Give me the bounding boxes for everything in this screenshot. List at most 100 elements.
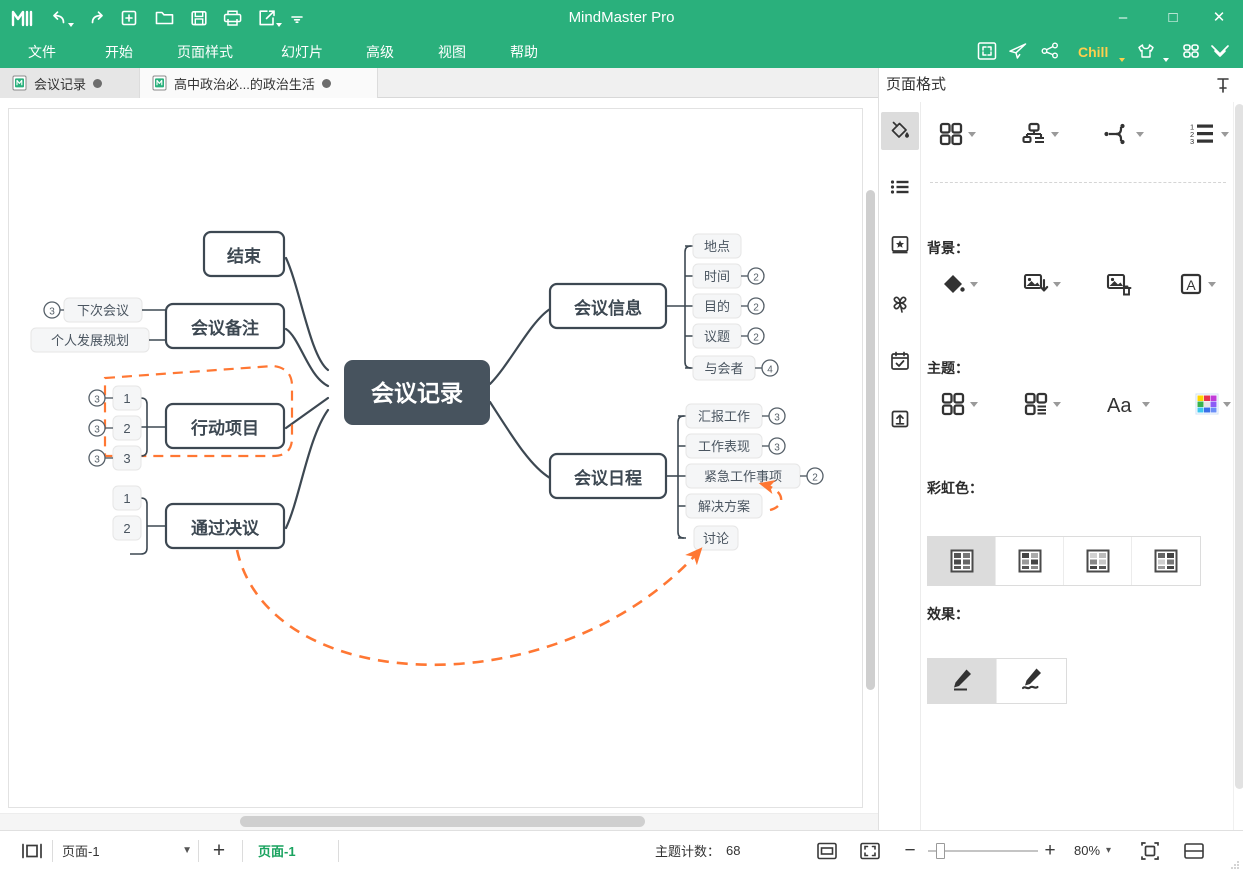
org-chart-icon[interactable] — [1020, 120, 1059, 148]
panel-content: 123 背景： A 主题： Aa 彩虹色： 效果： — [921, 102, 1233, 830]
chevron-down-icon[interactable] — [970, 401, 978, 407]
central-node[interactable]: 会议记录 — [344, 360, 490, 425]
theme-color-icon[interactable] — [1194, 390, 1231, 418]
zoom-in-button[interactable]: + — [1040, 831, 1060, 870]
panel-vscroll-thumb[interactable] — [1235, 104, 1243, 789]
node-jieshu[interactable]: 结束 — [202, 230, 286, 278]
canvas-vertical-scrollbar[interactable] — [865, 98, 876, 813]
sidebar-page-format[interactable] — [881, 112, 919, 150]
tab-politics-doc[interactable]: 高中政治必...的政治生活 — [140, 68, 378, 98]
topic-count-label: 主题计数： — [655, 844, 721, 859]
chevron-down-icon[interactable] — [1223, 401, 1231, 407]
chevron-down-icon[interactable] — [1053, 281, 1061, 287]
chevron-double-down-icon[interactable] — [1208, 40, 1234, 64]
sticker-book-icon — [888, 233, 912, 262]
minimize-button[interactable]: – — [1100, 0, 1146, 36]
chevron-down-icon[interactable] — [1136, 131, 1144, 137]
mindmap-canvas[interactable]: 会议记录 结束 会议备注 下次会议 3 个人发展规划 行动项目 1 3 2 3 … — [0, 98, 878, 830]
relationship-arrow-tongguojueyi-to-taolun[interactable] — [235, 547, 703, 667]
zoom-level[interactable]: 80% ▾ — [1074, 831, 1111, 870]
split-view-icon[interactable] — [1182, 831, 1206, 870]
chevron-down-icon[interactable] — [1208, 281, 1216, 287]
fill-color-icon[interactable] — [939, 270, 978, 298]
node-huiyixinxi-group[interactable]: 会议信息 地点 时间 2 目的 2 议题 2 与会者 4 — [548, 233, 779, 381]
upload-box-icon — [888, 407, 912, 436]
chevron-down-icon[interactable] — [1142, 401, 1150, 407]
maximize-button[interactable]: □ — [1150, 0, 1196, 36]
canvas-hscroll-thumb[interactable] — [240, 816, 645, 827]
menu-page-style[interactable]: 页面样式 — [168, 36, 242, 68]
menu-file[interactable]: 文件 — [20, 36, 64, 68]
zoom-slider-thumb[interactable] — [936, 843, 945, 859]
tab-modified-dot[interactable] — [93, 78, 103, 88]
menu-slideshow[interactable]: 幻灯片 — [272, 36, 332, 68]
menu-advanced[interactable]: 高级 — [358, 36, 402, 68]
node-huiyirichang-group[interactable]: 会议日程 汇报工作 3 工作表现 3 紧急工作事项 2 解决方案 讨论 — [548, 403, 824, 551]
active-page-tab[interactable]: 页面-1 — [258, 831, 296, 870]
zoom-out-button[interactable]: − — [900, 831, 920, 870]
sidebar-icons[interactable] — [881, 286, 919, 324]
topic-count: 主题计数： 68 — [655, 831, 740, 870]
node-tongguojueyi-group[interactable]: 通过决议 1 2 — [112, 485, 286, 555]
theme-layout-icon[interactable] — [1022, 390, 1061, 418]
resize-grip[interactable] — [1230, 857, 1240, 869]
layout-structure-icon[interactable] — [937, 120, 976, 148]
mindmap-file-icon — [152, 75, 167, 91]
rainbow-style-3[interactable] — [1064, 537, 1132, 585]
node-huiyibeizhu-group[interactable]: 会议备注 下次会议 3 个人发展规划 — [30, 297, 286, 353]
sidebar-outline[interactable] — [881, 170, 919, 208]
sidebar-export[interactable] — [881, 402, 919, 440]
theme-gallery-icon[interactable] — [939, 390, 978, 418]
menu-help[interactable]: 帮助 — [502, 36, 546, 68]
center-view-icon[interactable] — [1138, 831, 1162, 870]
node-badge: 3 — [94, 395, 100, 406]
effect-pencil-straight[interactable] — [928, 659, 997, 703]
theme-font-icon[interactable]: Aa — [1105, 390, 1150, 418]
grid-apps-icon[interactable] — [1180, 40, 1206, 64]
panel-vertical-scrollbar[interactable] — [1233, 102, 1243, 830]
fullscreen-icon[interactable] — [858, 831, 882, 870]
rainbow-style-4[interactable] — [1132, 537, 1200, 585]
tab-meeting-notes[interactable]: 会议记录 — [0, 68, 140, 98]
pin-icon[interactable] — [1215, 76, 1231, 99]
canvas-vscroll-thumb[interactable] — [866, 190, 875, 690]
account-caret-icon[interactable] — [1119, 57, 1125, 62]
send-plane-icon[interactable] — [1007, 40, 1033, 64]
watermark-icon[interactable]: A — [1177, 270, 1216, 298]
chevron-down-icon[interactable] — [1051, 131, 1059, 137]
present-fullscreen-icon[interactable] — [976, 40, 1002, 64]
branch-style-icon[interactable] — [1103, 120, 1144, 148]
effect-pencil-wavy[interactable] — [997, 659, 1066, 703]
fit-page-icon[interactable] — [815, 831, 839, 870]
page-view-icon[interactable] — [20, 831, 44, 870]
chevron-down-icon[interactable]: ▾ — [1106, 845, 1111, 856]
chevron-down-icon[interactable] — [968, 131, 976, 137]
menu-view[interactable]: 视图 — [430, 36, 474, 68]
rainbow-style-2[interactable] — [996, 537, 1064, 585]
remove-background-image-icon[interactable] — [1105, 270, 1133, 298]
node-label: 1 — [123, 491, 130, 506]
numbering-icon[interactable]: 123 — [1188, 120, 1229, 148]
node-label: 会议信息 — [574, 298, 642, 318]
chevron-down-icon[interactable]: ▼ — [182, 845, 192, 856]
menu-home[interactable]: 开始 — [97, 36, 141, 68]
page-select[interactable]: 页面-1 ▼ — [62, 831, 192, 870]
tab-modified-dot[interactable] — [321, 78, 331, 88]
sidebar-tasks[interactable] — [881, 344, 919, 382]
rainbow-style-1[interactable] — [928, 537, 996, 585]
window-title: MindMaster Pro — [568, 9, 675, 26]
chevron-down-icon[interactable] — [970, 281, 978, 287]
close-button[interactable]: ✕ — [1196, 0, 1242, 36]
skin-theme-icon[interactable] — [1135, 40, 1161, 64]
sidebar-clipart[interactable] — [881, 228, 919, 266]
add-page-button[interactable]: + — [206, 831, 232, 870]
node-xingdongxiangmu-group[interactable]: 行动项目 1 3 2 3 3 3 — [88, 385, 286, 471]
background-image-icon[interactable] — [1022, 270, 1061, 298]
zoom-level-value: 80% — [1074, 843, 1101, 858]
chevron-down-icon[interactable] — [1221, 131, 1229, 137]
share-nodes-icon[interactable] — [1039, 40, 1065, 64]
chevron-down-icon[interactable] — [1053, 401, 1061, 407]
account-name[interactable]: Chill — [1078, 36, 1108, 68]
skin-caret-icon[interactable] — [1163, 57, 1169, 62]
mindmap-diagram[interactable]: 会议记录 结束 会议备注 下次会议 3 个人发展规划 行动项目 1 3 2 3 … — [0, 98, 878, 830]
